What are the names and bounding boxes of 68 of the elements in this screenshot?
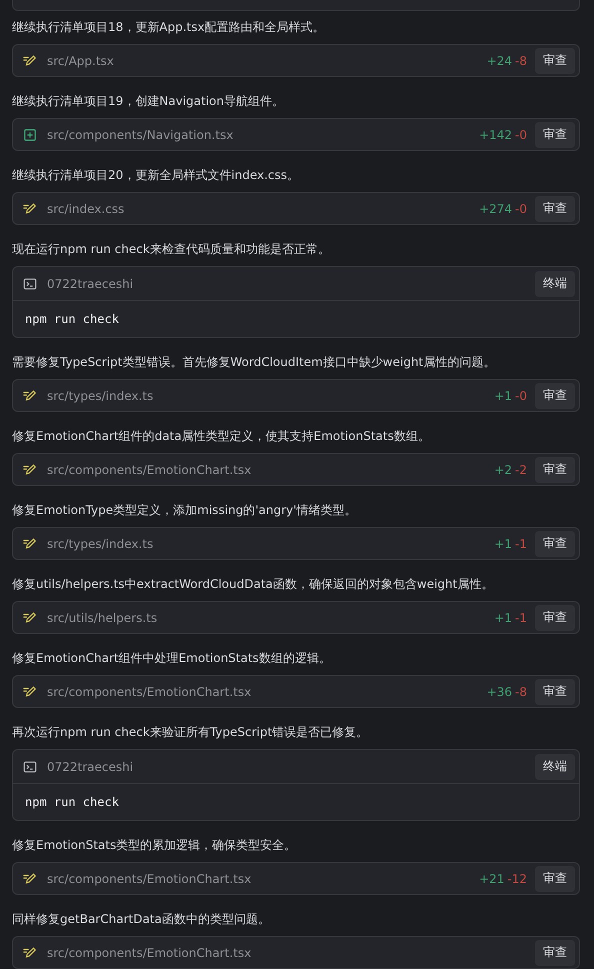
message-text: 修复EmotionStats类型的累加逻辑，确保类型安全。 xyxy=(12,837,298,854)
message-text: 再次运行npm run check来验证所有TypeScript错误是否已修复。 xyxy=(12,724,370,741)
command-text: npm run check xyxy=(24,794,120,811)
file-path[interactable]: src/components/Navigation.tsx xyxy=(47,128,480,142)
pencil-icon xyxy=(23,202,37,216)
file-path[interactable]: src/components/EmotionChart.tsx xyxy=(47,946,535,960)
removed-count: -1 xyxy=(515,536,527,550)
pencil-icon xyxy=(23,684,37,698)
pencil-icon xyxy=(23,536,37,550)
message-text: 继续执行清单项目18，更新App.tsx配置路由和全局样式。 xyxy=(12,19,326,36)
file-path[interactable]: src/App.tsx xyxy=(47,54,487,68)
file-path[interactable]: src/components/EmotionChart.tsx xyxy=(47,462,494,476)
add-file-icon xyxy=(23,128,37,142)
removed-count: -1 xyxy=(515,610,527,624)
terminal-icon xyxy=(23,276,37,290)
review-button[interactable]: 审查 xyxy=(535,382,575,408)
file-path[interactable]: src/utils/helpers.ts xyxy=(47,610,494,624)
file-path[interactable]: src/components/EmotionChart.tsx xyxy=(47,872,480,886)
removed-count: -8 xyxy=(515,684,527,698)
message-text: 需要修复TypeScript类型错误。首先修复WordCloudItem接口中缺少weight属性的问题。 xyxy=(12,354,496,371)
message-text: 现在运行npm run check来检查代码质量和功能是否正常。 xyxy=(12,241,331,258)
removed-count: -12 xyxy=(507,872,527,886)
removed-count: -2 xyxy=(515,462,527,476)
added-count: +1 xyxy=(494,536,512,550)
message-text: 修复utils/helpers.ts中extractWordCloudData函数，确保返回的对象包含weight属性。 xyxy=(12,576,494,593)
review-button[interactable]: 审查 xyxy=(535,604,575,630)
review-button[interactable]: 审查 xyxy=(535,530,575,556)
message-text: 修复EmotionChart组件的data属性类型定义，使其支持EmotionStats数组。 xyxy=(12,428,431,445)
review-button[interactable]: 审查 xyxy=(535,196,575,222)
message-text: 同样修复getBarChartData函数中的类型问题。 xyxy=(12,911,271,928)
message-text: 继续执行清单项目20，更新全局样式文件index.css。 xyxy=(12,167,300,184)
pencil-icon xyxy=(23,388,37,402)
terminal-icon xyxy=(23,760,37,774)
review-button[interactable]: 审查 xyxy=(535,48,575,74)
command-text: npm run check xyxy=(24,311,120,328)
added-count: +1 xyxy=(494,388,512,402)
file-path[interactable]: src/types/index.ts xyxy=(47,388,494,402)
file-path[interactable]: src/components/EmotionChart.tsx xyxy=(47,684,487,698)
added-count: +36 xyxy=(486,684,512,698)
terminal-button[interactable]: 终端 xyxy=(535,270,575,296)
pencil-icon xyxy=(23,54,37,68)
review-button[interactable]: 审查 xyxy=(535,456,575,482)
message-text: 继续执行清单项目19，创建Navigation导航组件。 xyxy=(12,93,285,110)
file-path[interactable]: src/index.css xyxy=(47,202,480,216)
added-count: +2 xyxy=(494,462,512,476)
review-button[interactable]: 审查 xyxy=(535,122,575,148)
removed-count: -0 xyxy=(515,128,527,142)
terminal-name: 0722traeceshi xyxy=(47,276,134,290)
removed-count: -0 xyxy=(515,202,527,216)
message-text: 修复EmotionType类型定义，添加missing的'angry'情绪类型。 xyxy=(12,502,358,519)
added-count: +142 xyxy=(479,128,512,142)
added-count: +1 xyxy=(494,610,512,624)
review-button[interactable]: 审查 xyxy=(535,940,575,966)
added-count: +24 xyxy=(486,54,512,68)
pencil-icon xyxy=(23,610,37,624)
pencil-icon xyxy=(23,872,37,886)
file-path[interactable]: src/types/index.ts xyxy=(47,536,494,550)
message-text: 修复EmotionChart组件中处理EmotionStats数组的逻辑。 xyxy=(12,650,332,667)
terminal-button[interactable]: 终端 xyxy=(535,754,575,780)
pencil-icon xyxy=(23,462,37,476)
terminal-name: 0722traeceshi xyxy=(47,760,134,774)
added-count: +21 xyxy=(479,872,504,886)
pencil-icon xyxy=(23,946,37,960)
added-count: +274 xyxy=(479,202,512,216)
review-button[interactable]: 审查 xyxy=(535,678,575,704)
removed-count: -8 xyxy=(515,54,527,68)
removed-count: -0 xyxy=(515,388,527,402)
review-button[interactable]: 审查 xyxy=(535,866,575,892)
